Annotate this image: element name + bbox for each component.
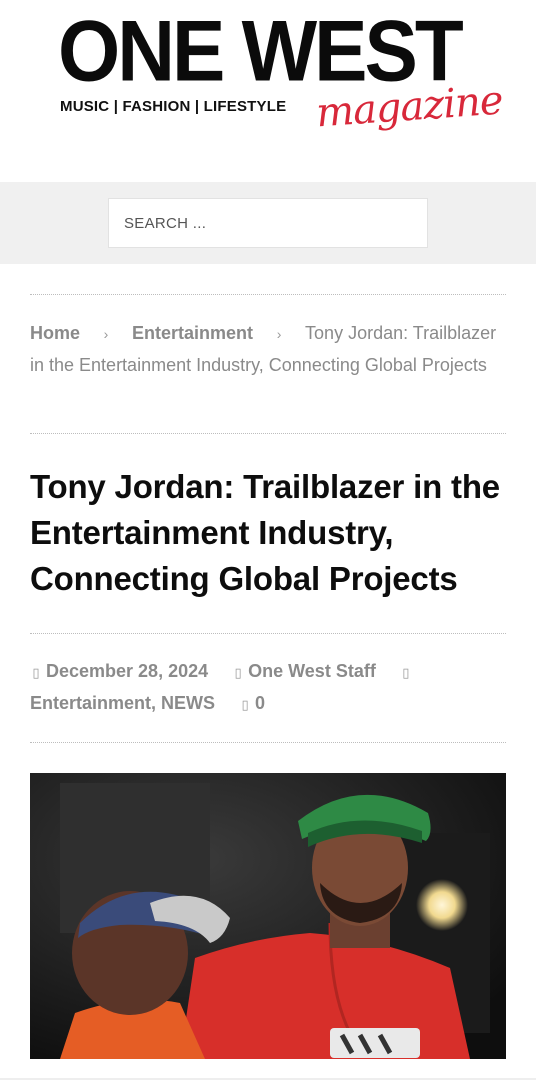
logo-tagline: MUSIC | FASHION | LIFESTYLE [60, 98, 287, 115]
search-input[interactable] [108, 198, 428, 248]
comment-icon: ▯ [241, 697, 249, 712]
divider [30, 633, 506, 634]
comment-count[interactable]: 0 [255, 693, 265, 713]
divider [30, 294, 506, 295]
breadcrumb-home-link[interactable]: Home [30, 323, 80, 343]
search-band [0, 182, 536, 264]
divider [30, 742, 506, 743]
post-date: December 28, 2024 [46, 661, 209, 681]
divider [30, 433, 506, 434]
featured-image[interactable] [30, 773, 506, 1059]
category-links[interactable]: Entertainment, NEWS [30, 693, 215, 713]
user-icon: ▯ [234, 665, 242, 680]
breadcrumb-category-link[interactable]: Entertainment [132, 323, 253, 343]
breadcrumb: Home › Entertainment › Tony Jordan: Trailbla… [30, 318, 506, 381]
calendar-icon: ▯ [32, 665, 40, 680]
article-title: Tony Jordan: Trailblazer in the Entertai… [30, 468, 500, 597]
chevron-right-icon: › [276, 326, 282, 342]
folder-icon: ▯ [402, 665, 410, 680]
chevron-right-icon: › [103, 326, 109, 342]
author-link[interactable]: One West Staff [248, 661, 376, 681]
site-header: ONE WEST MUSIC | FASHION | LIFESTYLE mag… [0, 0, 536, 182]
article-meta: ▯ December 28, 2024 ▯ One West Staff ▯ Entert… [30, 656, 506, 720]
logo-brand: ONE WEST [58, 2, 464, 99]
featured-photo [30, 773, 506, 1059]
site-logo[interactable]: ONE WEST MUSIC | FASHION | LIFESTYLE mag… [58, 2, 504, 158]
